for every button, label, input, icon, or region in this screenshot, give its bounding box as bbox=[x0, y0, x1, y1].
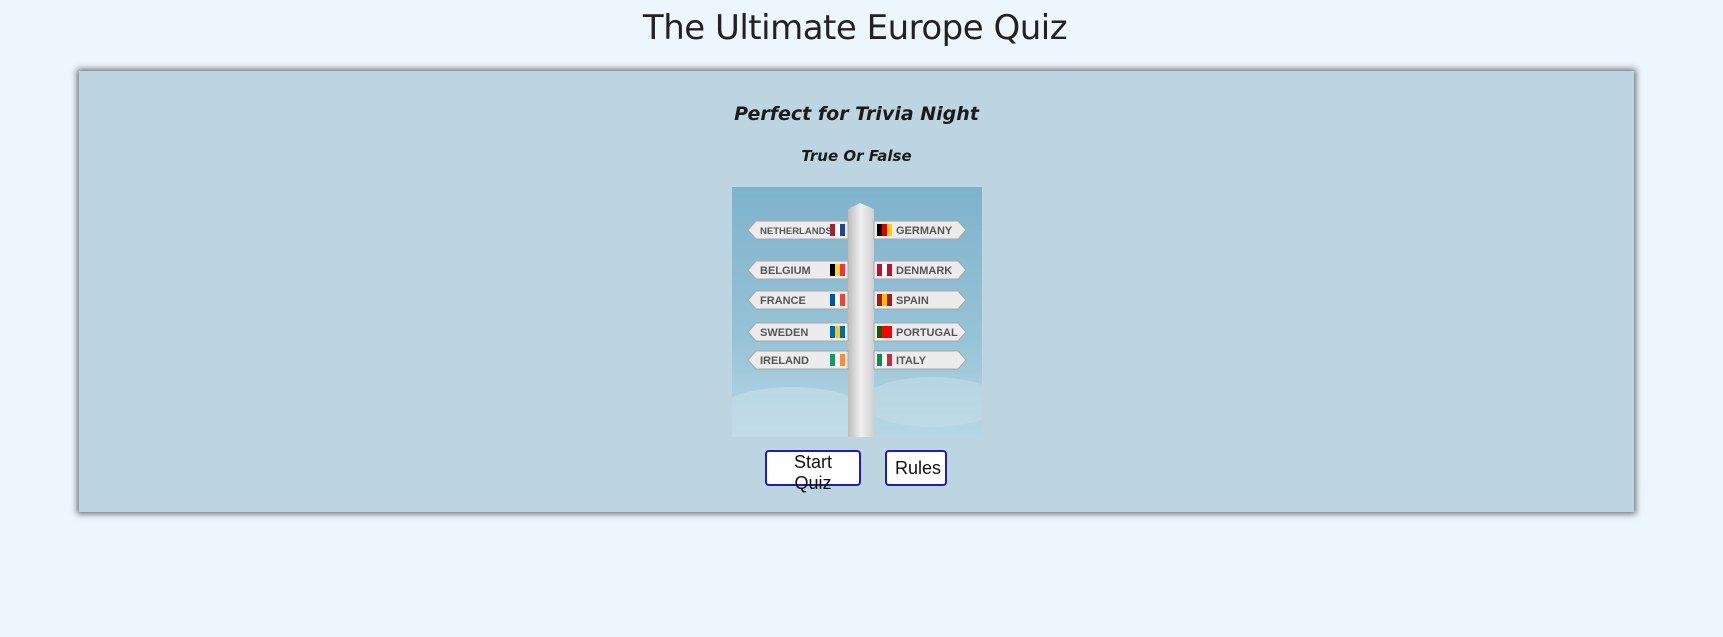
sign-label: PORTUGAL bbox=[896, 327, 958, 339]
sign-right-germany: GERMANY bbox=[873, 220, 967, 240]
sign-right-portugal: PORTUGAL bbox=[873, 322, 967, 342]
sign-right-denmark: DENMARK bbox=[873, 260, 967, 280]
sign-right-italy: ITALY bbox=[873, 350, 967, 370]
sign-left-belgium: BELGIUM bbox=[747, 260, 849, 280]
rules-button[interactable]: Rules bbox=[885, 450, 947, 486]
quiz-format: True Or False bbox=[801, 147, 912, 165]
sign-label: GERMANY bbox=[896, 225, 953, 237]
sign-label: BELGIUM bbox=[760, 265, 811, 277]
sign-label: NETHERLANDS bbox=[760, 226, 832, 237]
start-quiz-button[interactable]: Start Quiz bbox=[765, 450, 861, 493]
sign-left-france: FRANCE bbox=[747, 290, 849, 310]
sign-right-spain: SPAIN bbox=[873, 290, 967, 310]
sign-label: ITALY bbox=[896, 355, 927, 367]
sign-label: SPAIN bbox=[896, 295, 929, 307]
tagline: Perfect for Trivia Night bbox=[734, 103, 979, 125]
sign-label: FRANCE bbox=[760, 295, 806, 307]
page-title: The Ultimate Europe Quiz bbox=[642, 8, 1068, 48]
sign-label: SWEDEN bbox=[760, 327, 808, 339]
sign-left-netherlands: NETHERLANDS bbox=[747, 220, 849, 240]
sign-label: DENMARK bbox=[896, 265, 952, 277]
sign-label: IRELAND bbox=[760, 355, 809, 367]
quiz-intro-panel: Perfect for Trivia Night True Or False N… bbox=[79, 71, 1634, 512]
sign-left-sweden: SWEDEN bbox=[747, 322, 849, 342]
sign-left-ireland: IRELAND bbox=[747, 350, 849, 370]
signpost-icon: NETHERLANDS BELGIUM FRANCE SWEDEN IRELAND GE… bbox=[732, 187, 982, 437]
